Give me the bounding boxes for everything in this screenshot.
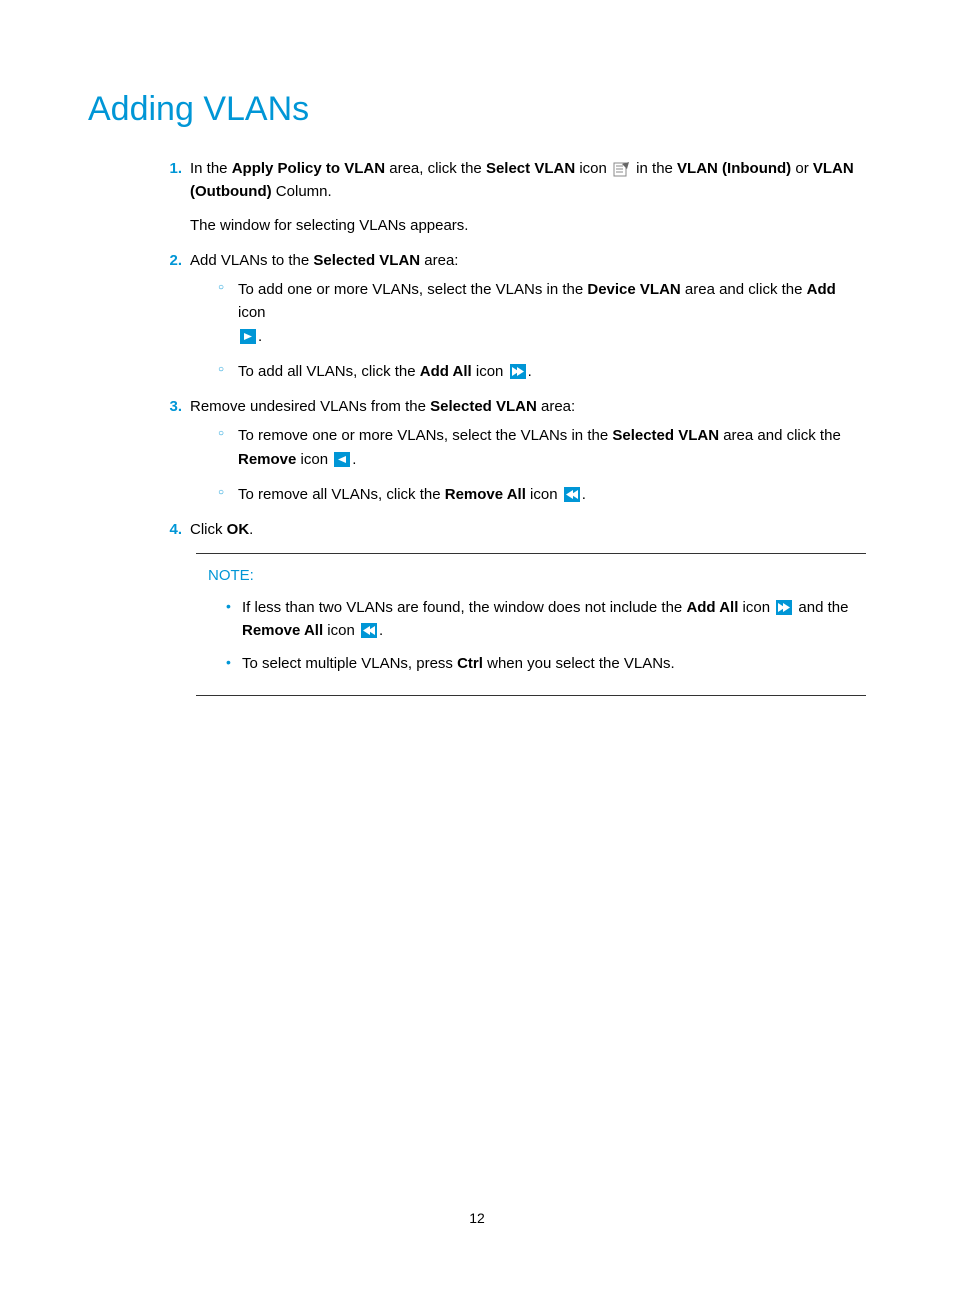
step-2-sub-1: To add one or more VLANs, select the VLA… [218,278,866,348]
step-2: 2. Add VLANs to the Selected VLAN area: … [158,249,866,383]
text: area and click the [719,427,841,444]
bold: Add All [686,599,738,616]
step-4-number: 4. [158,518,182,541]
step-2-number: 2. [158,249,182,272]
text: icon [296,451,332,468]
remove-all-icon [361,623,377,638]
note-box: NOTE: If less than two VLANs are found, … [196,553,866,696]
text: or [791,160,813,177]
text: icon [738,599,774,616]
bold: Ctrl [457,655,483,672]
step-2-text: Add VLANs to the Selected VLAN area: [190,252,458,269]
text: To remove one or more VLANs, select the … [238,427,612,444]
bold: Add [807,281,836,298]
step-1-number: 1. [158,157,182,180]
bold: Selected VLAN [313,252,420,269]
step-3-sub-2: To remove all VLANs, click the Remove Al… [218,483,866,506]
bold: Remove [238,451,296,468]
text: Click [190,521,227,538]
text: . [582,486,586,503]
step-3: 3. Remove undesired VLANs from the Selec… [158,395,866,506]
note-list: If less than two VLANs are found, the wi… [208,596,854,676]
remove-all-icon [564,487,580,502]
text: Column. [272,183,332,200]
step-2-sublist: To add one or more VLANs, select the VLA… [190,278,866,383]
note-item-1: If less than two VLANs are found, the wi… [226,596,854,643]
text: in the [632,160,677,177]
text: area: [537,398,575,415]
text: Add VLANs to the [190,252,313,269]
text: icon [472,363,508,380]
text: area and click the [681,281,807,298]
text: To add all VLANs, click the [238,363,420,380]
step-3-sublist: To remove one or more VLANs, select the … [190,424,866,506]
text: . [249,521,253,538]
text: Remove undesired VLANs from the [190,398,430,415]
text: icon [526,486,562,503]
bold: Add All [420,363,472,380]
step-1-text: In the Apply Policy to VLAN area, click … [190,160,854,200]
add-all-icon [510,364,526,379]
step-2-sub-2: To add all VLANs, click the Add All icon… [218,360,866,383]
step-1-subtext: The window for selecting VLANs appears. [190,214,866,237]
page-title: Adding VLANs [88,90,866,129]
document-page: Adding VLANs 1. In the Apply Policy to V… [0,0,954,1296]
page-number: 12 [0,1210,954,1226]
text: . [258,328,262,345]
step-4-text: Click OK. [190,521,253,538]
text: . [379,622,383,639]
text: icon [323,622,359,639]
text: If less than two VLANs are found, the wi… [242,599,686,616]
text: . [528,363,532,380]
step-1: 1. In the Apply Policy to VLAN area, cli… [158,157,866,237]
add-all-icon [776,600,792,615]
bold: VLAN (Inbound) [677,160,791,177]
step-list: 1. In the Apply Policy to VLAN area, cli… [88,157,866,541]
bold: Remove All [445,486,526,503]
text: In the [190,160,232,177]
text: when you select the VLANs. [483,655,675,672]
text: To select multiple VLANs, press [242,655,457,672]
text: area: [420,252,458,269]
text: . [352,451,356,468]
bold: Apply Policy to VLAN [232,160,385,177]
step-3-sub-1: To remove one or more VLANs, select the … [218,424,866,471]
bold: Selected VLAN [430,398,537,415]
remove-icon [334,452,350,467]
select-vlan-icon [613,161,630,178]
text: area, click the [385,160,486,177]
bold: Selected VLAN [612,427,719,444]
text: icon [575,160,611,177]
text: To remove all VLANs, click the [238,486,445,503]
text: and the [794,599,848,616]
step-3-number: 3. [158,395,182,418]
step-4: 4. Click OK. [158,518,866,541]
bold: Remove All [242,622,323,639]
note-item-2: To select multiple VLANs, press Ctrl whe… [226,652,854,675]
note-title: NOTE: [208,564,854,587]
text: To add one or more VLANs, select the VLA… [238,281,587,298]
text: icon [238,304,266,321]
bold: Device VLAN [587,281,680,298]
step-3-text: Remove undesired VLANs from the Selected… [190,398,575,415]
bold: Select VLAN [486,160,575,177]
add-icon [240,329,256,344]
main-content: 1. In the Apply Policy to VLAN area, cli… [88,157,866,696]
bold: OK [227,521,250,538]
